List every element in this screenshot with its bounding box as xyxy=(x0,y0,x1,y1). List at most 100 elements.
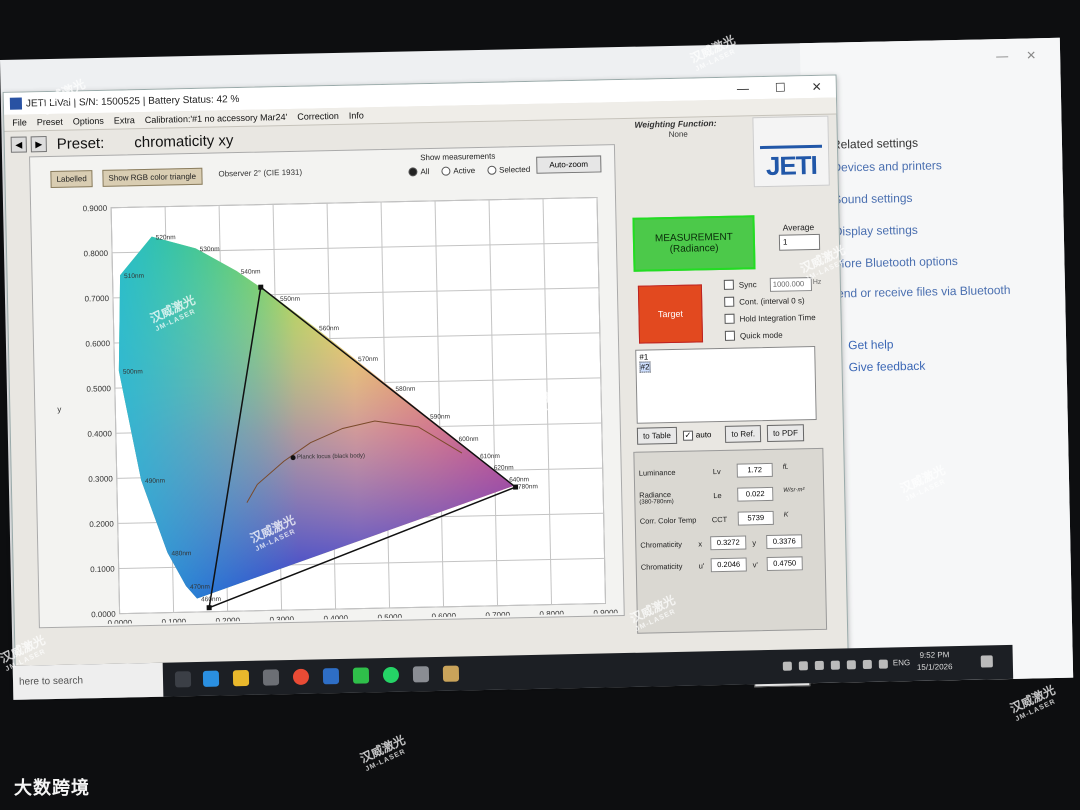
target-button[interactable]: Target xyxy=(637,284,704,344)
maximize-button[interactable]: ☐ xyxy=(775,81,786,95)
cct-value: 5739 xyxy=(737,510,774,526)
wavelength-label: 780nm xyxy=(518,483,538,490)
menu-correction[interactable]: Correction xyxy=(297,111,339,122)
x-tick-label: 0.5000 xyxy=(377,613,402,623)
observer-label: Observer 2° (CIE 1931) xyxy=(218,167,303,179)
continuous-checkbox[interactable]: Cont. (interval 0 s) xyxy=(724,295,805,307)
triangle-vertex xyxy=(206,605,212,611)
menu-file[interactable]: File xyxy=(12,117,27,127)
radio-active-label: Active xyxy=(453,166,476,176)
wavelength-label: 470nm xyxy=(190,584,210,591)
logo-text: JETI xyxy=(765,149,818,181)
to-ref-button[interactable]: to Ref. xyxy=(725,425,762,443)
x-tick-label: 0.1000 xyxy=(161,617,186,625)
measurement-button[interactable]: MEASUREMENT (Radiance) xyxy=(632,215,756,272)
radiance-value: 0.022 xyxy=(737,486,774,502)
x-tick-label: 0.9000 xyxy=(593,608,618,618)
outlook-icon[interactable] xyxy=(322,668,340,685)
menu-preset[interactable]: Preset xyxy=(37,117,63,128)
taskbar-search[interactable]: here to search xyxy=(12,662,164,700)
language-indicator[interactable]: ENG xyxy=(893,658,911,667)
y-value: 0.3376 xyxy=(766,534,803,550)
devices-printers-link[interactable]: Devices and printers xyxy=(832,158,942,174)
x-symbol: x xyxy=(698,539,703,549)
show-rgb-triangle-toggle[interactable]: Show RGB color triangle xyxy=(102,167,203,187)
display-settings-link[interactable]: Display settings xyxy=(834,223,918,239)
measurement-filter-radios: All Active Selected xyxy=(408,165,530,177)
system-clock[interactable]: 9:52 PM 15/1/2026 xyxy=(917,649,953,674)
menu-info[interactable]: Info xyxy=(349,110,364,120)
weighting-function-value: None xyxy=(668,129,688,140)
radiance-unit: W/sr·m² xyxy=(783,487,805,494)
sync-checkbox[interactable]: Sync xyxy=(723,279,757,290)
y-tick-label: 0.0000 xyxy=(91,610,116,620)
tray-chevron-icon[interactable] xyxy=(782,661,792,671)
measurement-list[interactable]: #1 #2 xyxy=(635,345,817,424)
tray-bluetooth-icon[interactable] xyxy=(814,660,824,671)
menu-calibration[interactable]: Calibration:'#1 no accessory Mar24' xyxy=(145,112,288,125)
menu-extra[interactable]: Extra xyxy=(114,115,135,125)
hold-integration-label: Hold Integration Time xyxy=(739,312,816,324)
wavelength-label: 490nm xyxy=(145,478,165,485)
labelled-toggle[interactable]: Labelled xyxy=(50,170,93,188)
radiance-range: (380-780nm) xyxy=(639,498,674,506)
quick-mode-checkbox[interactable]: Quick mode xyxy=(724,330,783,341)
jeti-lival-window: JETI LiVal | S/N: 1500525 | Battery Stat… xyxy=(2,74,850,694)
notification-icon[interactable] xyxy=(980,655,993,668)
to-pdf-button[interactable]: to PDF xyxy=(766,424,805,443)
list-item-selected[interactable]: #2 xyxy=(639,361,651,373)
app-logo-icon xyxy=(9,97,23,110)
y-tick-label: 0.1000 xyxy=(90,565,115,575)
get-help-link[interactable]: Get help xyxy=(848,337,894,352)
auto-checkbox[interactable]: ✓ auto xyxy=(682,430,712,441)
jeti-taskbar-icon[interactable] xyxy=(442,665,460,682)
hold-integration-checkbox[interactable]: Hold Integration Time xyxy=(724,312,816,324)
minimize-icon[interactable]: — xyxy=(996,49,1008,63)
x-tick-label: 0.0000 xyxy=(107,618,132,625)
send-receive-bluetooth-link[interactable]: Send or receive files via Bluetooth xyxy=(829,283,1011,301)
watermark: 汉威激光 JM-LASER xyxy=(358,732,408,774)
close-button[interactable]: ✕ xyxy=(812,80,822,94)
minimize-button[interactable]: — xyxy=(737,81,749,95)
tray-app-icon[interactable] xyxy=(798,661,808,671)
radio-all[interactable]: All xyxy=(408,167,429,177)
wavelength-label: 530nm xyxy=(200,246,220,253)
average-input[interactable]: 1 xyxy=(778,233,821,251)
settings-gear-icon[interactable] xyxy=(412,666,430,683)
logo-chevron-icon xyxy=(759,122,823,150)
tray-battery-icon[interactable] xyxy=(830,660,840,670)
prev-preset-button[interactable]: ◀ xyxy=(10,136,27,153)
tray-volume-icon[interactable] xyxy=(862,659,872,670)
wechat-icon[interactable] xyxy=(352,667,370,684)
tray-speaker-icon[interactable] xyxy=(878,659,888,669)
luminance-unit: fL xyxy=(782,463,789,471)
wavelength-label: 510nm xyxy=(124,273,144,280)
x-tick-label: 0.8000 xyxy=(539,609,564,619)
preset-label: Preset: xyxy=(56,134,105,153)
close-icon[interactable]: ✕ xyxy=(1026,48,1036,62)
give-feedback-link[interactable]: Give feedback xyxy=(848,359,925,375)
checkbox-icon xyxy=(724,296,735,307)
x-tick-label: 0.4000 xyxy=(323,614,348,624)
radio-active[interactable]: Active xyxy=(441,166,475,176)
file-explorer-icon[interactable] xyxy=(232,669,250,687)
chrome-icon[interactable] xyxy=(292,668,310,685)
wavelength-label: 560nm xyxy=(319,325,339,332)
tray-network-icon[interactable] xyxy=(846,660,856,670)
next-preset-button[interactable]: ▶ xyxy=(30,136,47,153)
auto-zoom-button[interactable]: Auto-zoom xyxy=(536,155,602,174)
triangle-vertex xyxy=(258,284,264,290)
whatsapp-icon[interactable] xyxy=(382,666,400,684)
sync-label: Sync xyxy=(738,279,757,290)
to-table-button[interactable]: to Table xyxy=(636,426,678,445)
edge-icon[interactable] xyxy=(202,670,220,687)
radio-dot-icon xyxy=(487,165,497,175)
radio-selected[interactable]: Selected xyxy=(487,165,530,175)
v-symbol: v' xyxy=(752,560,759,570)
menu-options[interactable]: Options xyxy=(73,116,104,127)
bluetooth-options-link[interactable]: More Bluetooth options xyxy=(834,254,958,271)
sound-settings-link[interactable]: Sound settings xyxy=(833,191,913,207)
store-icon[interactable] xyxy=(262,669,280,686)
x-tick-label: 0.3000 xyxy=(269,615,294,625)
task-view-icon[interactable] xyxy=(174,671,192,688)
